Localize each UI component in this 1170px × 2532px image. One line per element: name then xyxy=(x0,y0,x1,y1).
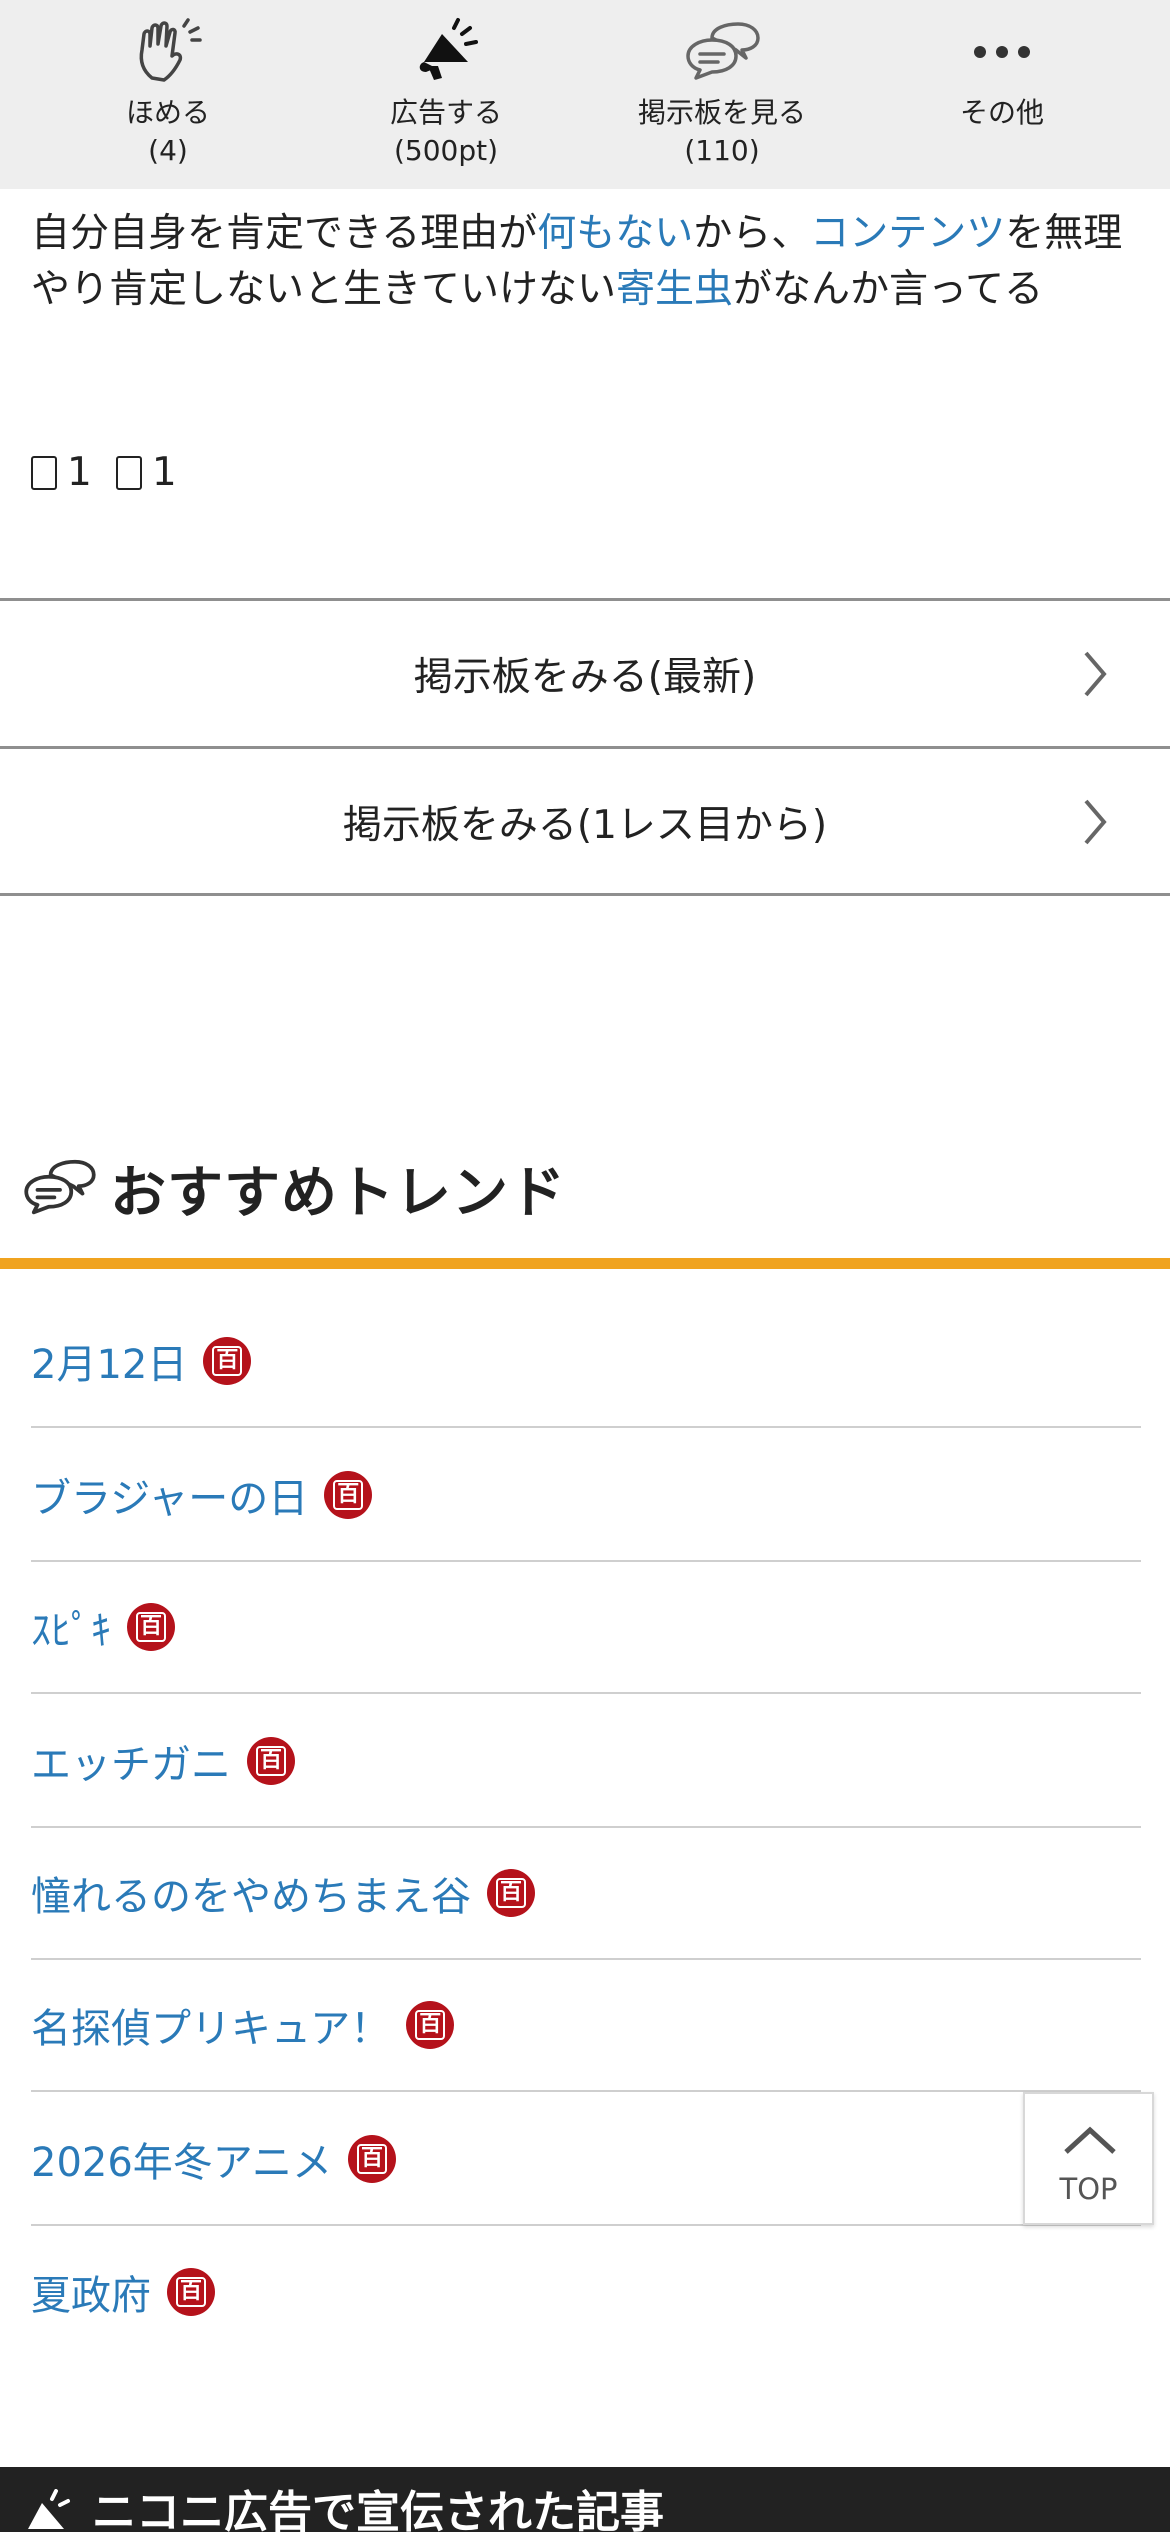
board-latest-button[interactable]: 掲示板をみる(最新) xyxy=(0,598,1170,746)
thumbs-up-icon[interactable] xyxy=(31,456,57,490)
board-first-button[interactable]: 掲示板をみる(1レス目から) xyxy=(0,746,1170,894)
comment-body: 自分自身を肯定できる理由が何もないから、コンテンツを無理やり肯定しないと生きてい… xyxy=(31,206,1146,318)
trend-item[interactable]: ブラジャーの日百 xyxy=(31,1430,1141,1562)
view-board-label: 掲示板を見る xyxy=(637,96,806,129)
megaphone-icon xyxy=(28,2489,70,2529)
badge-glyph: 百 xyxy=(176,2277,206,2307)
chevron-right-icon xyxy=(1084,651,1107,696)
trend-item-label: ブラジャーの日 xyxy=(31,1476,309,1522)
divider xyxy=(0,893,1170,896)
more-label: その他 xyxy=(959,96,1044,129)
trend-item[interactable]: 夏政府百 xyxy=(31,2226,1141,2358)
encyclopedia-badge-icon: 百 xyxy=(127,1603,175,1651)
accent-rule xyxy=(0,1258,1170,1269)
badge-glyph: 百 xyxy=(136,1612,166,1642)
trend-title: おすすめトレンド xyxy=(110,1160,566,1226)
trend-item[interactable]: 2026年冬アニメ百 xyxy=(31,2094,1141,2226)
keyword-link[interactable]: コンテンツ xyxy=(810,211,1005,256)
more-dots-icon xyxy=(974,46,1030,58)
encyclopedia-badge-icon: 百 xyxy=(406,2001,455,2049)
trend-item-label: 名探偵プリキュア！ xyxy=(31,2006,391,2052)
keyword-link[interactable]: 何もない xyxy=(537,211,693,256)
chevron-up-icon xyxy=(1064,2126,1116,2154)
comment-text: がなんか言ってる xyxy=(733,267,1044,312)
scroll-top-button[interactable]: TOP xyxy=(1023,2092,1154,2225)
chevron-right-icon xyxy=(1084,799,1107,844)
praise-button[interactable]: ほめる (4) xyxy=(38,0,298,189)
badge-glyph: 百 xyxy=(212,1346,243,1376)
encyclopedia-badge-icon: 百 xyxy=(324,1471,373,1519)
reactions: 1 1 xyxy=(31,448,177,498)
comment-text: から、 xyxy=(693,211,811,256)
keyword-link[interactable]: 寄生虫 xyxy=(616,267,733,312)
badge-glyph: 百 xyxy=(357,2144,387,2174)
badge-glyph: 百 xyxy=(496,1878,526,1908)
trend-item[interactable]: 2月12日百 xyxy=(31,1296,1141,1428)
promoted-articles-title: ニコニ広告で宣伝された記事 xyxy=(92,2487,664,2532)
badge-glyph: 百 xyxy=(333,1480,364,1510)
trend-item[interactable]: 憧れるのをやめちまえ谷百 xyxy=(31,1828,1141,1960)
trend-item[interactable]: 名探偵プリキュア！ 百 xyxy=(31,1960,1141,2092)
trend-item[interactable]: ｽﾋﾟｷ 百 xyxy=(31,1562,1141,1694)
trend-item-label: 2月12日 xyxy=(31,1342,188,1388)
encyclopedia-badge-icon: 百 xyxy=(203,1337,252,1385)
speech-bubbles-icon xyxy=(24,1159,96,1215)
advertise-button[interactable]: 広告する (500pt) xyxy=(316,0,576,189)
thumbs-down-icon[interactable] xyxy=(115,456,142,490)
up-count: 1 xyxy=(67,450,92,495)
action-bar: ほめる (4) 広告する (500pt) 掲示板を見る (110) その他 xyxy=(0,0,1170,189)
praise-label: ほめる xyxy=(125,96,210,129)
badge-glyph: 百 xyxy=(256,1746,286,1776)
badge-glyph: 百 xyxy=(415,2010,446,2040)
trend-item[interactable]: エッチガニ百 xyxy=(31,1696,1141,1828)
encyclopedia-badge-icon: 百 xyxy=(487,1869,535,1917)
advertise-count: (500pt) xyxy=(393,134,499,167)
scroll-top-label: TOP xyxy=(1059,2172,1118,2206)
advertise-label: 広告する xyxy=(389,96,502,129)
board-latest-label: 掲示板をみる(最新) xyxy=(413,654,757,700)
promoted-articles-header: ニコニ広告で宣伝された記事 xyxy=(0,2467,1170,2532)
trend-item-label: 夏政府 xyxy=(31,2273,151,2319)
board-first-label: 掲示板をみる(1レス目から) xyxy=(342,802,828,848)
trend-header: おすすめトレンド xyxy=(22,1148,566,1228)
down-count: 1 xyxy=(151,450,177,495)
view-board-button[interactable]: 掲示板を見る (110) xyxy=(592,0,852,189)
encyclopedia-badge-icon: 百 xyxy=(348,2135,396,2183)
more-button[interactable]: その他 xyxy=(872,0,1132,189)
encyclopedia-badge-icon: 百 xyxy=(167,2268,215,2316)
view-board-count: (110) xyxy=(684,134,760,167)
trend-item-label: 2026年冬アニメ xyxy=(31,2140,332,2186)
comment-text: 自分自身を肯定できる理由が xyxy=(31,211,538,256)
trend-item-label: 憧れるのをやめちまえ谷 xyxy=(31,1874,471,1920)
megaphone-icon xyxy=(419,18,478,80)
clap-icon xyxy=(139,18,202,82)
trend-item-label: エッチガニ xyxy=(31,1742,231,1788)
trend-item-label: ｽﾋﾟｷ xyxy=(31,1608,111,1654)
praise-count: (4) xyxy=(148,134,188,167)
encyclopedia-badge-icon: 百 xyxy=(247,1737,295,1785)
speech-bubbles-icon xyxy=(686,22,760,80)
